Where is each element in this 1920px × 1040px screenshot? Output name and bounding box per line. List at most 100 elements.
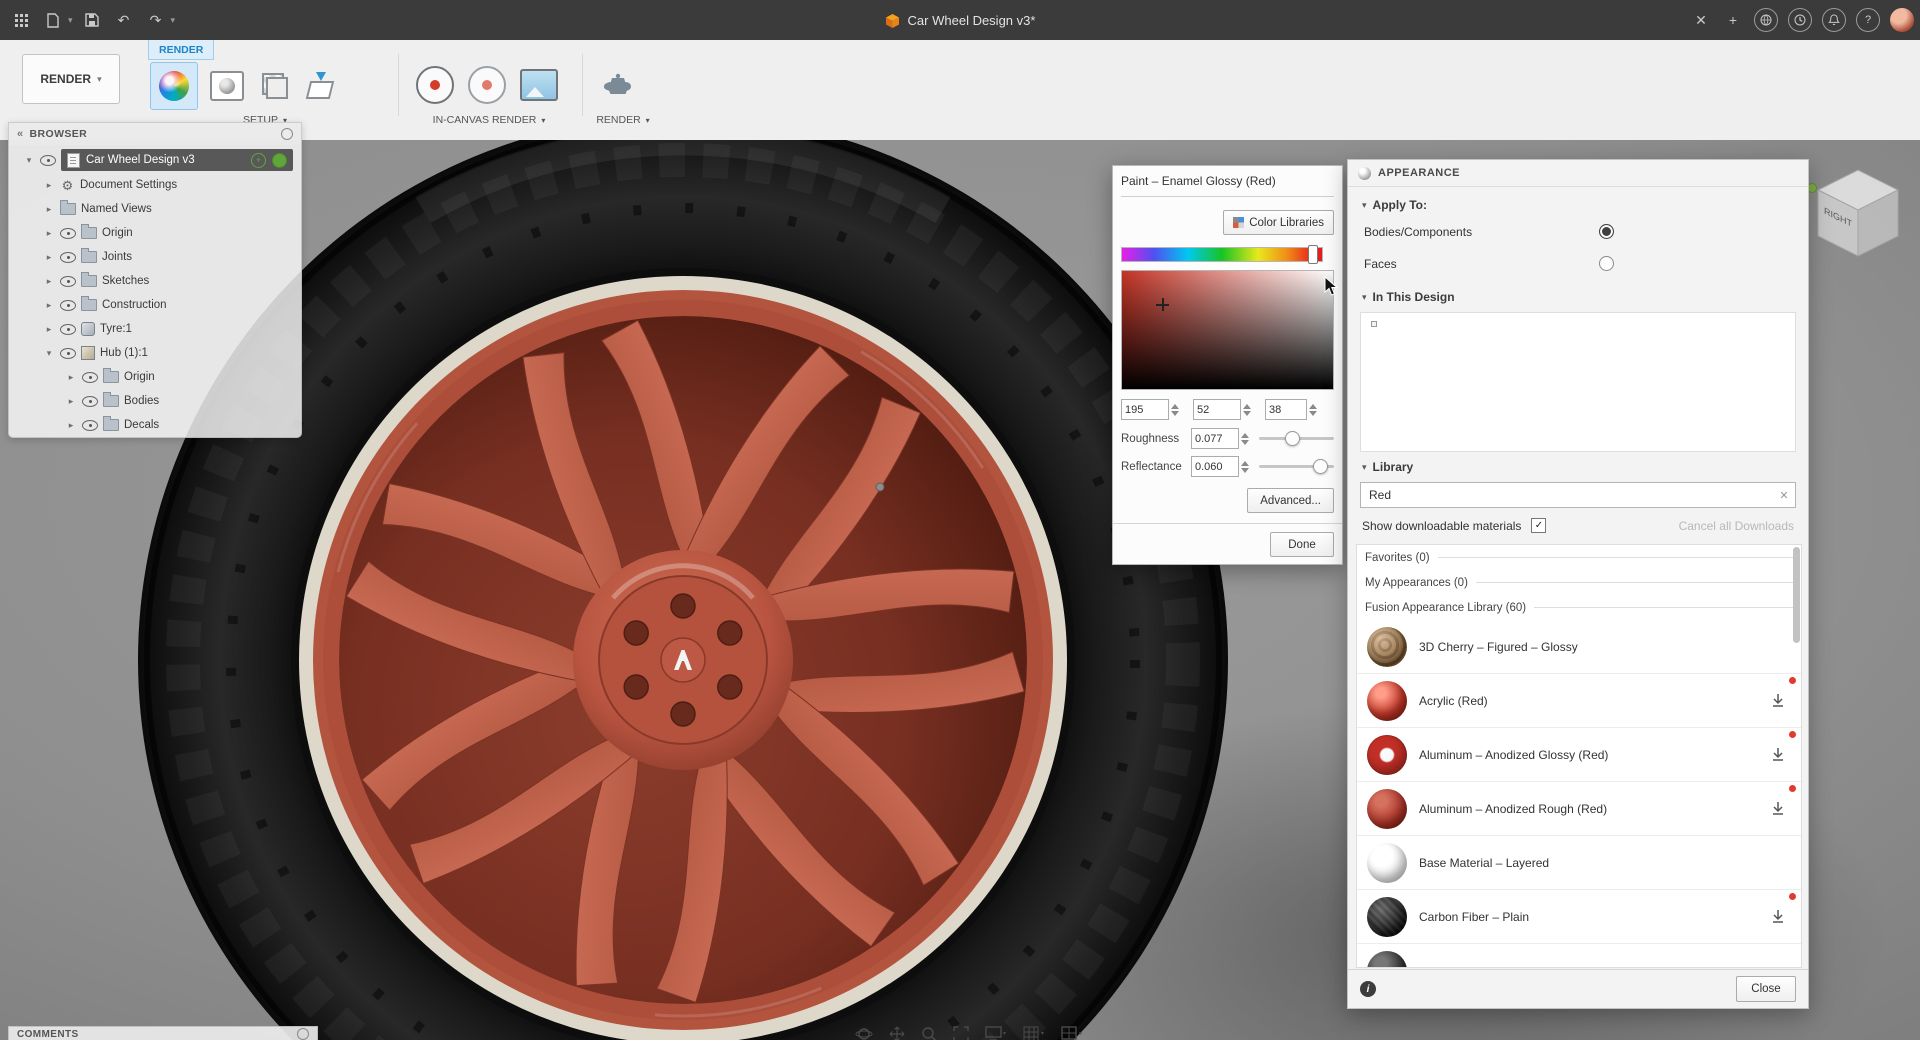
- apply-option-row[interactable]: Faces: [1364, 256, 1614, 271]
- eye-icon[interactable]: [60, 252, 76, 263]
- material-list-item[interactable]: Acrylic (Red): [1357, 674, 1801, 728]
- zoom-selected-icon[interactable]: +: [251, 153, 266, 168]
- notifications-bell-icon[interactable]: [1822, 8, 1846, 32]
- reflectance-stepper[interactable]: [1241, 461, 1249, 473]
- material-list-item[interactable]: [1357, 944, 1801, 968]
- library-group-header[interactable]: Favorites (0): [1357, 545, 1801, 570]
- job-status-icon[interactable]: [1788, 8, 1812, 32]
- eye-icon[interactable]: [60, 324, 76, 335]
- eye-icon[interactable]: [60, 348, 76, 359]
- eye-icon[interactable]: [82, 372, 98, 383]
- expand-icon[interactable]: ▾: [43, 348, 55, 359]
- design-swatch[interactable]: [1386, 321, 1392, 327]
- hue-slider-handle[interactable]: [1308, 245, 1318, 264]
- material-list-item[interactable]: Aluminum – Anodized Rough (Red): [1357, 782, 1801, 836]
- reflectance-slider-knob[interactable]: [1313, 459, 1328, 474]
- library-search-input[interactable]: [1361, 488, 1773, 502]
- fit-view-icon[interactable]: [953, 1026, 969, 1040]
- tree-row[interactable]: ▸ Named Views: [9, 197, 301, 221]
- library-group-header[interactable]: Fusion Appearance Library (60): [1357, 595, 1801, 620]
- hue-slider[interactable]: [1121, 247, 1323, 262]
- comments-options-icon[interactable]: [297, 1028, 309, 1040]
- tree-root-row[interactable]: ▾ Car Wheel Design v3 +: [9, 147, 301, 173]
- download-icon[interactable]: [1771, 693, 1785, 711]
- file-menu-icon[interactable]: [40, 7, 66, 33]
- done-button[interactable]: Done: [1270, 532, 1334, 557]
- browser-panel-header[interactable]: « BROWSER: [9, 123, 301, 145]
- red-value-input[interactable]: [1121, 399, 1169, 420]
- focus-target-icon[interactable]: [272, 153, 287, 168]
- download-icon[interactable]: [1771, 747, 1785, 765]
- apply-to-section-header[interactable]: ▾ Apply To:: [1362, 198, 1427, 212]
- tree-row[interactable]: ▸ Decals: [9, 413, 301, 437]
- collapse-browser-icon[interactable]: «: [17, 128, 24, 140]
- material-library-list[interactable]: Favorites (0) My Appearances (0) Fusion …: [1356, 544, 1802, 968]
- download-icon[interactable]: [1771, 909, 1785, 927]
- orbit-icon[interactable]: [855, 1026, 873, 1040]
- roughness-stepper[interactable]: [1241, 433, 1249, 445]
- file-menu-caret-icon[interactable]: ▾: [68, 15, 73, 26]
- in-canvas-render-icon[interactable]: [412, 62, 458, 108]
- library-section-header[interactable]: ▾ Library: [1362, 460, 1413, 474]
- show-downloadable-checkbox[interactable]: ✓: [1531, 518, 1546, 533]
- redo-caret-icon[interactable]: ▾: [171, 15, 176, 26]
- redo-icon[interactable]: ↷: [143, 7, 169, 33]
- expand-icon[interactable]: ▸: [43, 252, 55, 263]
- app-grid-icon[interactable]: [8, 7, 34, 33]
- material-list-item[interactable]: Base Material – Layered: [1357, 836, 1801, 890]
- tree-root-selection[interactable]: Car Wheel Design v3 +: [61, 149, 293, 171]
- pan-icon[interactable]: [889, 1026, 905, 1040]
- tree-row[interactable]: ▸ Bodies: [9, 389, 301, 413]
- tree-row[interactable]: ▸ Construction: [9, 293, 301, 317]
- reflectance-slider[interactable]: [1259, 465, 1334, 468]
- design-swatch[interactable]: [1401, 321, 1407, 327]
- zoom-icon[interactable]: [921, 1026, 937, 1040]
- comments-panel-header[interactable]: COMMENTS: [8, 1026, 318, 1040]
- expand-icon[interactable]: ▸: [65, 396, 77, 407]
- undo-icon[interactable]: ↶: [111, 7, 137, 33]
- expand-icon[interactable]: ▸: [43, 204, 55, 215]
- expand-icon[interactable]: ▸: [43, 324, 55, 335]
- tree-row[interactable]: ▸ Origin: [9, 365, 301, 389]
- color-name-field[interactable]: Paint – Enamel Glossy (Red): [1121, 174, 1334, 197]
- render-teapot-icon[interactable]: [596, 62, 642, 108]
- material-list-item[interactable]: Aluminum – Anodized Glossy (Red): [1357, 728, 1801, 782]
- save-icon[interactable]: [79, 7, 105, 33]
- render-contextual-tab[interactable]: RENDER: [148, 40, 214, 60]
- eye-icon[interactable]: [60, 228, 76, 239]
- red-stepper[interactable]: [1171, 404, 1179, 416]
- color-picker-crosshair-icon[interactable]: [1156, 298, 1169, 311]
- tree-row[interactable]: ▸ Origin: [9, 221, 301, 245]
- grid-settings-icon[interactable]: [1023, 1026, 1045, 1040]
- clear-search-icon[interactable]: ✕: [1773, 489, 1795, 502]
- radio-button[interactable]: [1599, 224, 1614, 239]
- advanced-button[interactable]: Advanced...: [1247, 488, 1334, 513]
- color-libraries-button[interactable]: Color Libraries: [1223, 210, 1334, 235]
- tree-row[interactable]: ▸ Joints: [9, 245, 301, 269]
- material-list-item[interactable]: 3D Cherry – Figured – Glossy: [1357, 620, 1801, 674]
- new-tab-icon[interactable]: +: [1722, 12, 1744, 28]
- eye-icon[interactable]: [82, 396, 98, 407]
- user-avatar[interactable]: [1890, 8, 1914, 32]
- list-scrollbar-thumb[interactable]: [1793, 547, 1800, 643]
- close-button[interactable]: Close: [1736, 976, 1796, 1002]
- viewports-icon[interactable]: [1061, 1026, 1083, 1040]
- appearance-panel-header[interactable]: APPEARANCE: [1348, 160, 1808, 187]
- browser-options-icon[interactable]: [281, 128, 293, 140]
- eye-icon[interactable]: [40, 155, 56, 166]
- appearance-tool-icon[interactable]: [150, 62, 198, 110]
- roughness-slider[interactable]: [1259, 437, 1334, 440]
- cancel-all-downloads-link[interactable]: Cancel all Downloads: [1679, 519, 1794, 533]
- capture-image-icon[interactable]: [516, 62, 562, 108]
- blue-stepper[interactable]: [1309, 404, 1317, 416]
- green-stepper[interactable]: [1243, 404, 1251, 416]
- texture-map-controls-icon[interactable]: [256, 63, 294, 109]
- tree-row[interactable]: ▸ Document Settings: [9, 173, 301, 197]
- info-icon[interactable]: i: [1360, 981, 1376, 997]
- expand-icon[interactable]: ▸: [65, 420, 77, 431]
- help-icon[interactable]: ?: [1856, 8, 1880, 32]
- extensions-icon[interactable]: [1754, 8, 1778, 32]
- blue-value-input[interactable]: [1265, 399, 1307, 420]
- close-document-icon[interactable]: ✕: [1690, 12, 1712, 29]
- design-swatch[interactable]: [1416, 321, 1422, 327]
